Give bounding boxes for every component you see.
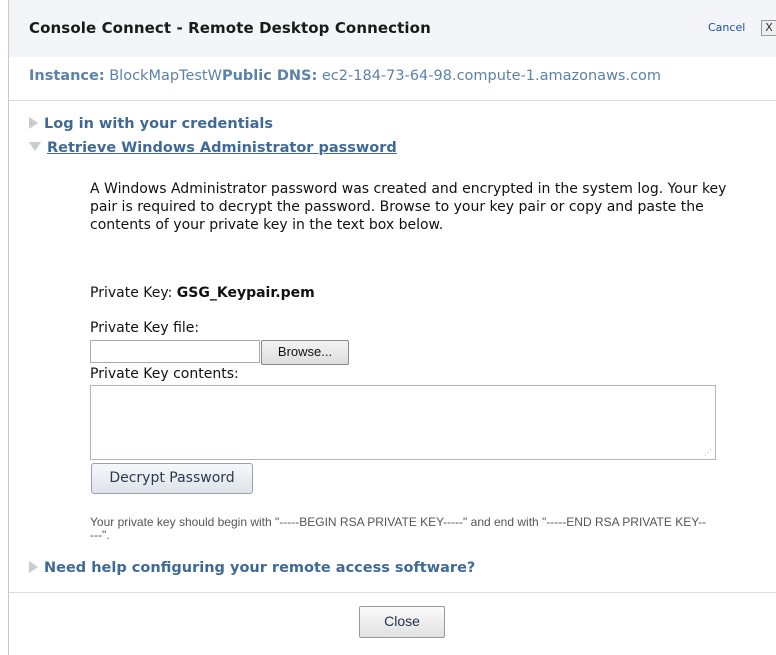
decrypt-password-button[interactable]: Decrypt Password [91, 463, 253, 494]
resize-grip-icon[interactable]: ⋰ [704, 448, 712, 457]
browse-button[interactable]: Browse... [261, 340, 349, 365]
private-key-info: Private Key: GSG_Keypair.pem [90, 285, 315, 301]
section-help-label: Need help configuring your remote access… [44, 560, 476, 576]
private-key-file-label: Private Key file: [90, 320, 200, 336]
instance-value: BlockMapTestW [109, 68, 222, 84]
expand-arrow-icon [29, 117, 38, 129]
divider [9, 100, 776, 101]
dialog-titlebar: Console Connect - Remote Desktop Connect… [9, 0, 776, 57]
dialog-title: Console Connect - Remote Desktop Connect… [29, 19, 431, 37]
private-key-contents-label: Private Key contents: [90, 366, 239, 382]
footer-divider [9, 592, 776, 593]
private-key-label: Private Key: [90, 285, 173, 301]
expand-arrow-icon [29, 561, 38, 573]
close-icon[interactable]: X [761, 20, 776, 36]
section-help[interactable]: Need help configuring your remote access… [29, 560, 475, 576]
private-key-name: GSG_Keypair.pem [176, 285, 315, 301]
retrieve-description: A Windows Administrator password was cre… [90, 181, 727, 233]
private-key-hint: Your private key should begin with "----… [90, 515, 707, 542]
public-dns-value: ec2-184-73-64-98.compute-1.amazonaws.com [321, 68, 662, 84]
section-retrieve-password[interactable]: Retrieve Windows Administrator password [29, 140, 397, 156]
remote-desktop-dialog: Console Connect - Remote Desktop Connect… [8, 0, 776, 655]
close-button[interactable]: Close [359, 606, 445, 638]
section-login[interactable]: Log in with your credentials [29, 116, 273, 132]
section-retrieve-label: Retrieve Windows Administrator password [47, 140, 397, 156]
collapse-arrow-icon [29, 142, 41, 151]
instance-info: Instance: BlockMapTestWPublic DNS: ec2-1… [29, 68, 661, 84]
section-login-label: Log in with your credentials [44, 116, 273, 132]
cancel-link[interactable]: Cancel [708, 21, 745, 34]
private-key-file-input[interactable] [90, 340, 260, 363]
public-dns-label: Public DNS: [221, 68, 318, 84]
instance-label: Instance: [29, 68, 105, 84]
private-key-contents-textarea[interactable]: ⋰ [90, 385, 716, 460]
